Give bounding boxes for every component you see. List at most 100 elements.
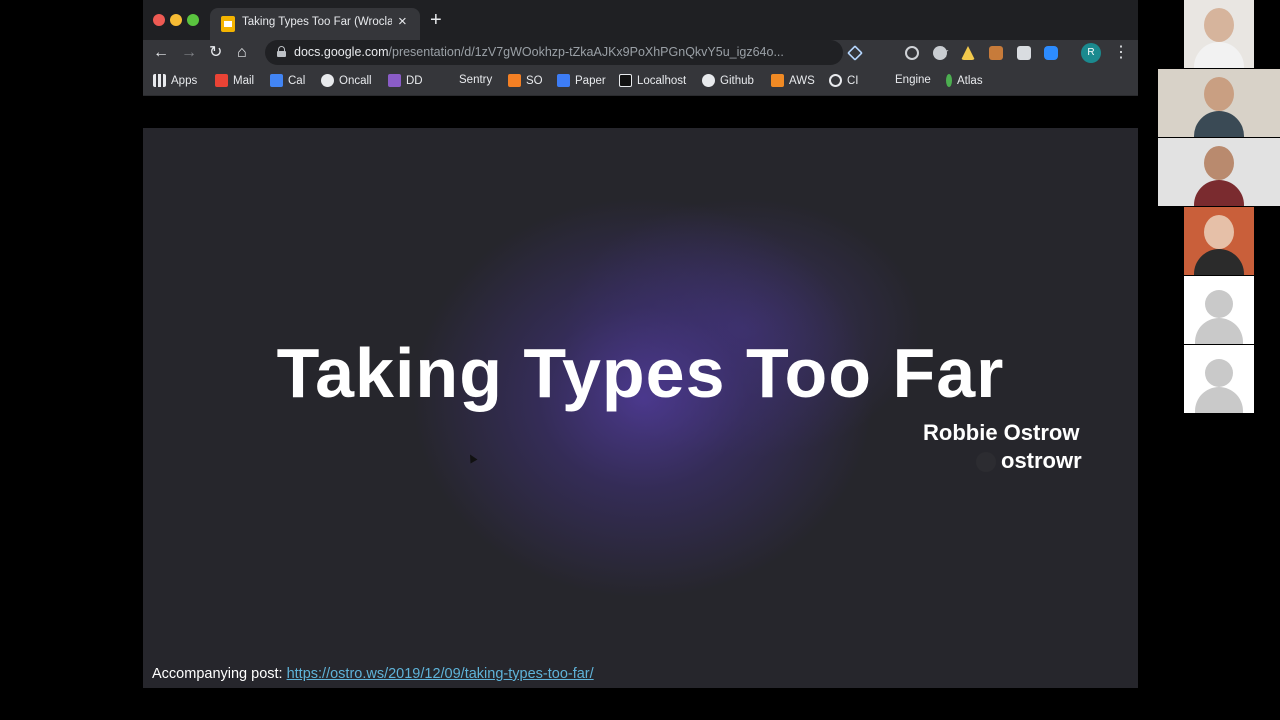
bookmark-label: DD xyxy=(406,74,423,87)
tab-active[interactable]: Taking Types Too Far (Wroclaw × xyxy=(210,8,420,40)
post-link[interactable]: https://ostro.ws/2019/12/09/taking-types… xyxy=(287,666,594,682)
new-tab-button[interactable]: + xyxy=(430,8,442,32)
participant-video-tile[interactable] xyxy=(1158,69,1280,137)
extension-box-icon[interactable] xyxy=(989,46,1003,60)
tab-bar: Taking Types Too Far (Wroclaw × + xyxy=(143,0,1138,40)
user-placeholder-body xyxy=(1195,318,1243,344)
bookmark-label: Cal xyxy=(288,74,306,87)
bookmark-so[interactable]: SO xyxy=(508,74,543,87)
post-label: Accompanying post: xyxy=(152,666,283,682)
bookmark-oncall[interactable]: Oncall xyxy=(321,74,372,87)
bookmark-label: Engine xyxy=(895,74,931,86)
participant-face xyxy=(1204,146,1234,180)
participant-face xyxy=(1204,8,1234,42)
bookmark-dd[interactable]: DD xyxy=(388,74,423,87)
participant-body xyxy=(1194,111,1244,137)
participant-body xyxy=(1194,180,1244,206)
bookmark-label: Paper xyxy=(575,74,606,87)
participant-face xyxy=(1204,77,1234,111)
accompanying-post-line: Accompanying post: https://ostro.ws/2019/… xyxy=(152,666,594,682)
datadog-icon xyxy=(388,74,401,87)
bookmark-cal[interactable]: Cal xyxy=(270,74,305,87)
bookmark-label: Apps xyxy=(171,74,198,87)
lock-icon[interactable] xyxy=(277,46,286,57)
window-minimize-button[interactable] xyxy=(170,14,182,26)
participant-body xyxy=(1194,249,1244,275)
bookmark-label: Atlas xyxy=(957,74,983,87)
bookmark-localhost[interactable]: Localhost xyxy=(619,74,686,87)
ci-icon xyxy=(829,74,842,87)
bookmark-paper[interactable]: Paper xyxy=(557,74,606,87)
screen: Taking Types Too Far (Wroclaw × + ← → ↻ … xyxy=(0,0,1280,720)
forward-button[interactable]: → xyxy=(181,42,197,64)
bookmark-label: Mail xyxy=(233,74,255,87)
google-slides-icon xyxy=(221,16,235,32)
profile-avatar[interactable]: R xyxy=(1081,43,1101,63)
participant-body xyxy=(1194,42,1244,68)
presentation-bottom-bar xyxy=(143,688,1138,720)
bookmark-sentry[interactable]: Sentry xyxy=(459,74,492,86)
reload-button[interactable]: ↻ xyxy=(209,42,222,64)
window-close-button[interactable] xyxy=(153,14,165,26)
bookmark-label: AWS xyxy=(789,74,815,87)
calendar-icon xyxy=(270,74,283,87)
address-bar[interactable]: docs.google.com/presentation/d/1zV7gWOok… xyxy=(265,40,949,65)
browser-window: Taking Types Too Far (Wroclaw × + ← → ↻ … xyxy=(143,0,1138,720)
mongodb-leaf-icon xyxy=(946,74,952,87)
bookmark-label: Sentry xyxy=(459,74,493,86)
url-text[interactable]: docs.google.com/presentation/d/1zV7gWOok… xyxy=(294,45,814,59)
extension-react-icon[interactable] xyxy=(905,46,919,60)
participant-placeholder-tile[interactable] xyxy=(1184,345,1254,413)
extension-warning-icon[interactable] xyxy=(961,46,975,60)
browser-menu-icon[interactable]: ⋮ xyxy=(1113,42,1129,64)
user-placeholder-icon xyxy=(1205,359,1233,387)
user-placeholder-body xyxy=(1195,387,1243,413)
user-placeholder-icon xyxy=(1205,290,1233,318)
browser-toolbar: ← → ↻ ⌂ docs.google.com/presentation/d/1… xyxy=(143,40,1138,66)
presentation-slide[interactable]: Taking Types Too Far Robbie Ostrow ostro… xyxy=(143,128,1138,688)
participant-video-tile[interactable] xyxy=(1184,207,1254,275)
window-maximize-button[interactable] xyxy=(187,14,199,26)
bookmark-label: Localhost xyxy=(637,74,687,87)
author-handle: ostrowr xyxy=(1001,448,1082,473)
bookmark-apps[interactable]: Apps xyxy=(153,74,197,87)
back-button[interactable]: ← xyxy=(153,42,169,64)
github-icon xyxy=(321,74,334,87)
bookmarks-bar: Apps Mail Cal Oncall DD Sentry SO Paper … xyxy=(143,66,1138,96)
bookmark-aws[interactable]: AWS xyxy=(771,74,815,87)
github-icon xyxy=(976,452,996,472)
bookmark-label: Oncall xyxy=(339,74,372,87)
bookmark-atlas[interactable]: Atlas xyxy=(946,74,983,87)
author-name: Robbie Ostrow xyxy=(923,420,1080,445)
mouse-cursor-icon xyxy=(466,452,478,464)
extension-globe-icon[interactable] xyxy=(933,46,947,60)
bookmark-label: SO xyxy=(526,74,543,87)
participant-video-tile[interactable] xyxy=(1184,0,1254,68)
aws-icon xyxy=(771,74,784,87)
participant-placeholder-tile[interactable] xyxy=(1184,276,1254,344)
extension-page-icon[interactable] xyxy=(1017,46,1031,60)
extension-zoom-icon[interactable] xyxy=(1044,46,1058,60)
home-button[interactable]: ⌂ xyxy=(237,42,247,64)
url-path: /presentation/d/1zV7gWOokhzp-tZkaAJKx9Po… xyxy=(388,45,784,59)
github-icon xyxy=(702,74,715,87)
participant-video-tile[interactable] xyxy=(1158,138,1280,206)
bookmark-mail[interactable]: Mail xyxy=(215,74,254,87)
video-call-sidebar xyxy=(1158,0,1280,414)
bookmark-ci[interactable]: CI xyxy=(829,74,859,87)
dropbox-paper-icon xyxy=(557,74,570,87)
gmail-icon xyxy=(215,74,228,87)
bookmark-engine[interactable]: Engine xyxy=(895,74,931,86)
bookmark-label: Github xyxy=(720,74,754,87)
participant-face xyxy=(1204,215,1234,249)
tab-close-icon[interactable]: × xyxy=(398,13,407,30)
presentation-top-bar xyxy=(143,96,1138,128)
slide-title: Taking Types Too Far xyxy=(276,334,1005,412)
v-icon xyxy=(619,74,632,87)
bookmark-github[interactable]: Github xyxy=(702,74,754,87)
tab-title: Taking Types Too Far (Wroclaw xyxy=(242,16,392,28)
apps-grid-icon xyxy=(153,74,166,87)
extension-diamond-icon[interactable] xyxy=(847,45,863,61)
stackoverflow-icon xyxy=(508,74,521,87)
url-host: docs.google.com xyxy=(294,45,389,59)
